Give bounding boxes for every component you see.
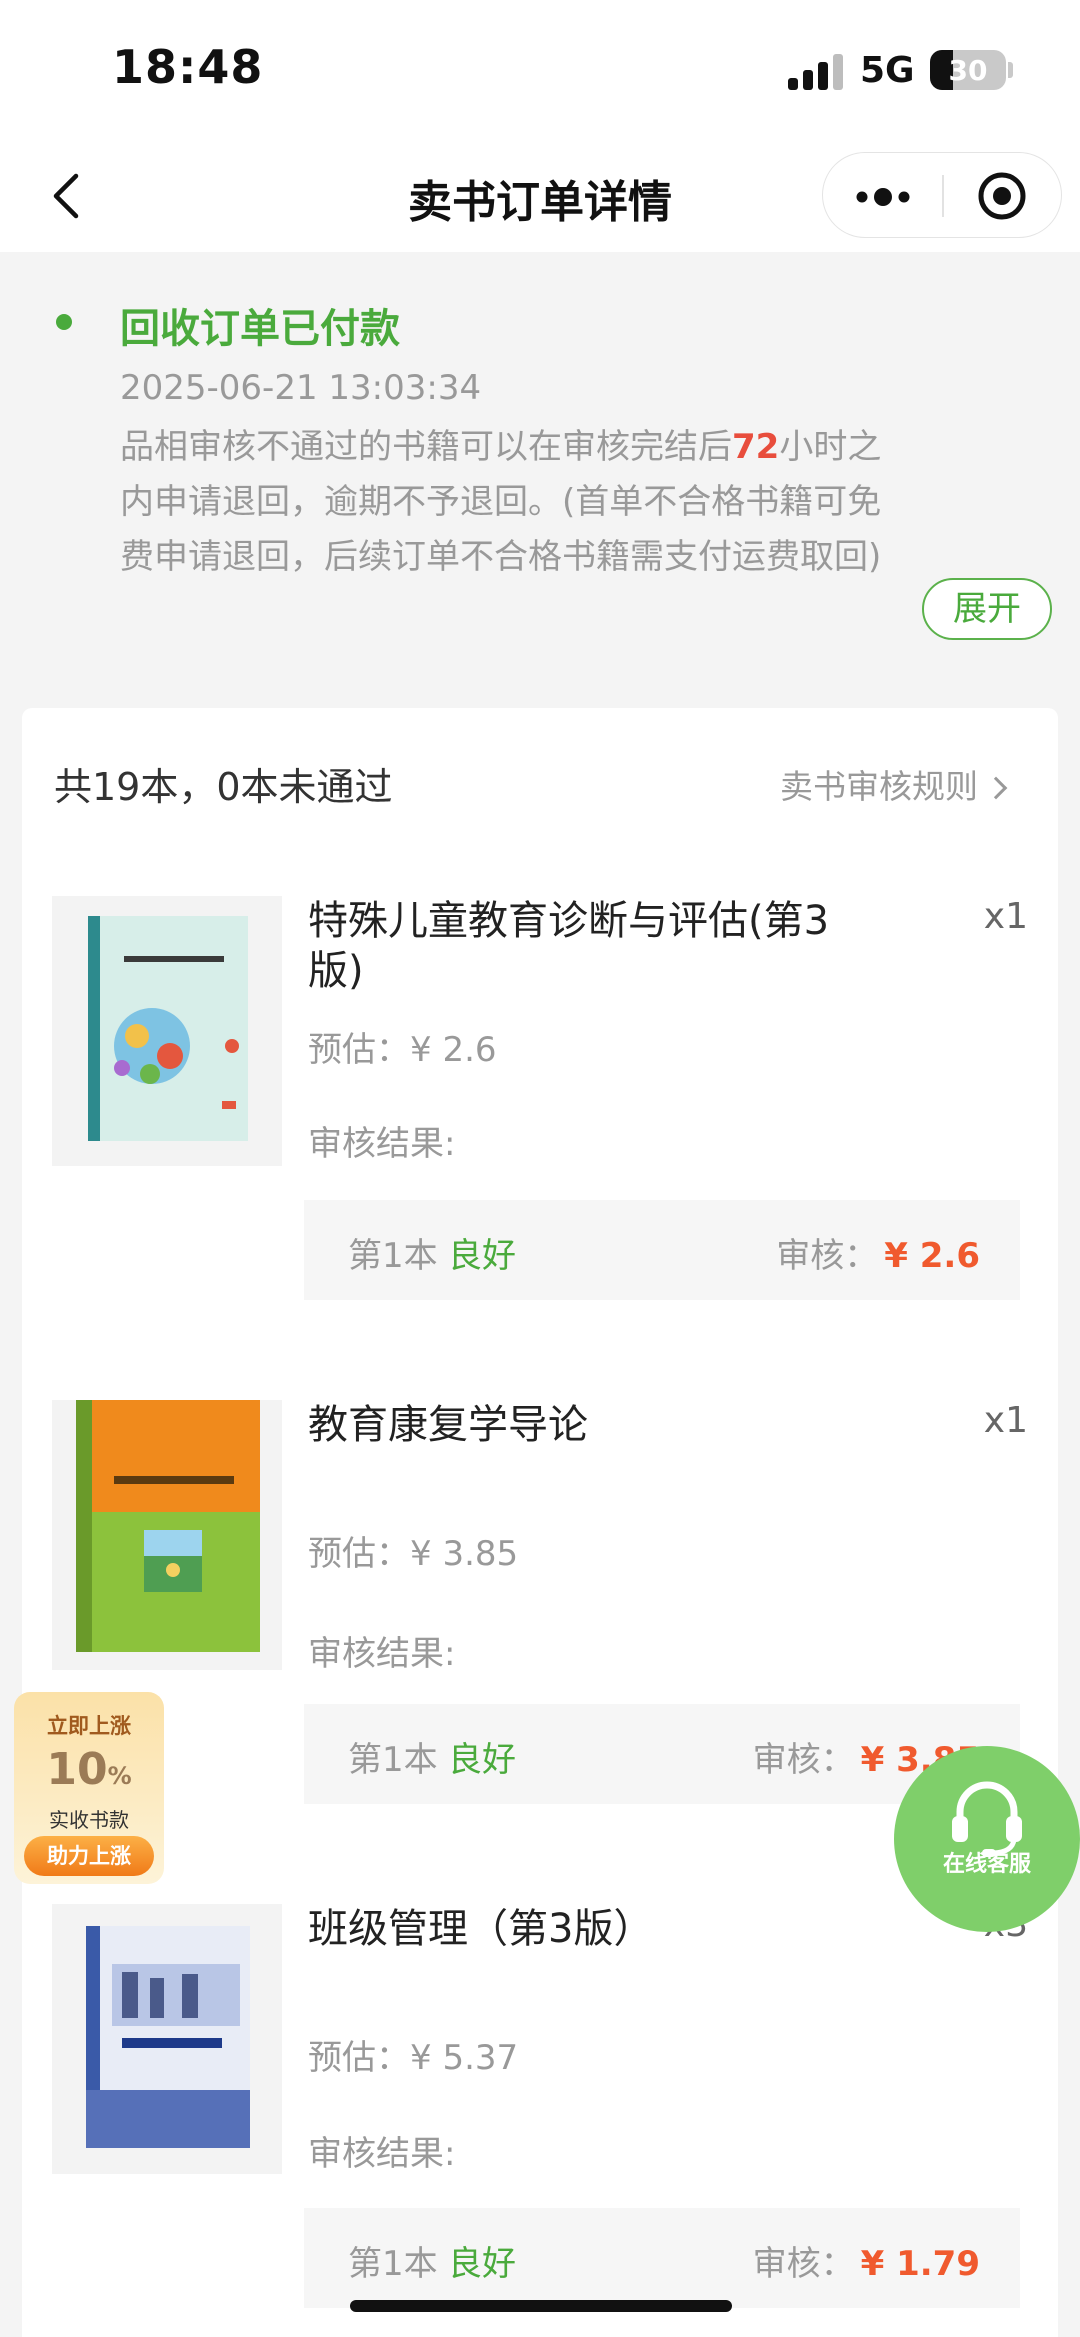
- promo-percent: 10%: [14, 1744, 164, 1795]
- audit-result-label: 审核结果:: [308, 1634, 456, 1674]
- network-label: 5G: [860, 50, 915, 91]
- audit-result-row: 第1本 良好 审核： ¥ 2.6: [304, 1200, 1020, 1300]
- book-item[interactable]: 特殊儿童教育诊断与评估(第3版) x1 预估：¥ 2.6 审核结果: 第1本 良…: [0, 896, 1080, 1316]
- estimate-price: 预估：¥ 5.37: [308, 2038, 519, 2078]
- mini-program-capsule: [822, 152, 1062, 238]
- order-status-title: 回收订单已付款: [120, 306, 400, 352]
- promo-subtitle: 实收书款: [49, 1808, 129, 1832]
- online-service-label: 在线客服: [942, 1852, 1031, 1877]
- page: 18:48 5G 30 卖书订单详情 回收订单已付款 2025-06-21 13…: [0, 0, 1080, 2337]
- notice-hours: 72: [732, 427, 780, 467]
- audit-result-label: 审核结果:: [308, 1124, 456, 1164]
- expand-button[interactable]: 展开: [922, 578, 1052, 640]
- promo-number: 10: [46, 1744, 108, 1795]
- result-grade: 良好: [448, 2244, 516, 2284]
- status-time: 18:48: [112, 40, 264, 94]
- order-status-time: 2025-06-21 13:03:34: [120, 368, 482, 408]
- book-cover-image: [52, 1400, 282, 1670]
- result-index: 第1本: [348, 1236, 438, 1276]
- audit-rules-label: 卖书审核规则: [780, 767, 978, 806]
- audit-result-label: 审核结果:: [308, 2134, 456, 2174]
- chevron-right-icon: [984, 776, 1008, 800]
- result-grade: 良好: [448, 1236, 516, 1276]
- return-notice: 品相审核不通过的书籍可以在审核完结后72小时之内申请退回，逾期不予退回。(首单不…: [120, 420, 900, 585]
- result-grade: 良好: [448, 1740, 516, 1780]
- battery-level: 30: [948, 54, 988, 87]
- audit-price-label: 审核：: [752, 1740, 855, 1780]
- audit-price: ¥ 1.79: [860, 2244, 980, 2284]
- capsule-divider: [942, 175, 944, 217]
- book-cover-image: [52, 1904, 282, 2174]
- book-quantity: x1: [983, 896, 1028, 937]
- promo-title: 立即上涨: [47, 1714, 131, 1738]
- audit-rules-link[interactable]: 卖书审核规则: [780, 760, 1008, 808]
- audit-price-label: 审核：: [776, 1236, 879, 1276]
- close-target-icon[interactable]: [975, 169, 1029, 223]
- promo-percent-sign: %: [107, 1762, 132, 1790]
- battery-icon: 30: [930, 50, 1006, 90]
- promo-float-banner[interactable]: 立即上涨 10% 实收书款 助力上涨: [14, 1692, 164, 1884]
- estimate-price: 预估：¥ 3.85: [308, 1534, 519, 1574]
- audit-price: ¥ 2.6: [884, 1236, 980, 1276]
- notice-prefix: 品相审核不通过的书籍可以在审核完结后: [120, 427, 732, 467]
- audit-price-label: 审核：: [752, 2244, 855, 2284]
- result-index: 第1本: [348, 1740, 438, 1780]
- signal-icon: [788, 54, 846, 90]
- result-audit: 审核： ¥ 2.6: [776, 1228, 980, 1277]
- book-title: 班级管理（第3版）: [308, 1906, 654, 1952]
- status-bar: 18:48 5G 30: [0, 0, 1080, 140]
- audit-result-row: 第1本 良好 审核： ¥ 1.79: [304, 2208, 1020, 2308]
- status-dot: [56, 314, 72, 330]
- online-service-button[interactable]: 在线客服: [894, 1746, 1080, 1932]
- nav-bar: 卖书订单详情: [0, 140, 1080, 252]
- book-cover-image: [52, 896, 282, 1166]
- book-title: 教育康复学导论: [308, 1402, 588, 1448]
- book-quantity: x1: [983, 1400, 1028, 1441]
- estimate-price: 预估：¥ 2.6: [308, 1030, 497, 1070]
- book-title: 特殊儿童教育诊断与评估(第3版): [308, 898, 830, 994]
- home-indicator: [350, 2300, 732, 2312]
- promo-boost-button[interactable]: 助力上涨: [24, 1836, 154, 1876]
- battery-tip: [1008, 62, 1013, 78]
- book-item[interactable]: 班级管理（第3版） x3 预估：¥ 5.37 审核结果: 第1本 良好 审核：¥…: [0, 1904, 1080, 2324]
- more-icon[interactable]: [853, 177, 913, 217]
- result-index: 第1本: [348, 2244, 438, 2284]
- book-summary: 共19本，0本未通过: [54, 765, 393, 809]
- result-audit: 审核： ¥ 1.79: [753, 2236, 980, 2285]
